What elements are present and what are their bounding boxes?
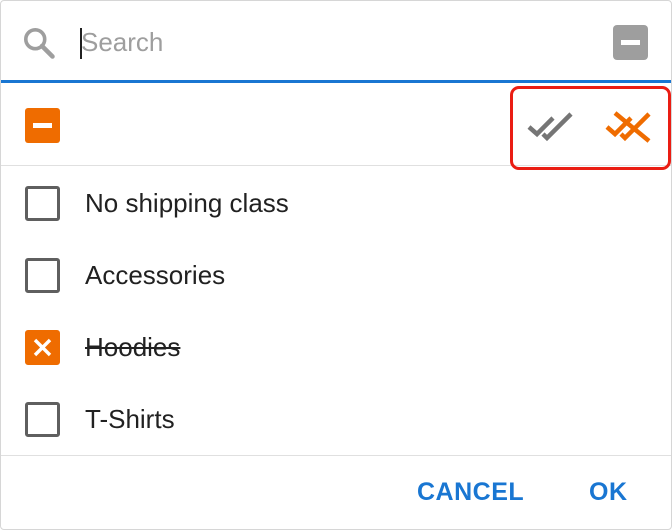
double-check-off-icon	[605, 111, 651, 143]
item-checkbox[interactable]	[25, 186, 60, 221]
close-icon	[33, 338, 52, 357]
item-label: T-Shirts	[85, 404, 175, 434]
item-checkbox-excluded[interactable]	[25, 330, 60, 365]
filter-dialog: No shipping class Accessories Hoodies T-…	[0, 0, 672, 530]
item-label: No shipping class	[85, 188, 289, 218]
search-input[interactable]	[81, 21, 581, 63]
double-check-icon	[527, 112, 573, 142]
list-item[interactable]: No shipping class	[1, 167, 671, 239]
item-checkbox[interactable]	[25, 402, 60, 437]
select-all-indeterminate-checkbox[interactable]	[25, 108, 60, 143]
item-checkbox[interactable]	[25, 258, 60, 293]
dialog-footer: CANCEL OK	[1, 455, 671, 530]
cancel-button[interactable]: CANCEL	[417, 478, 524, 507]
ok-button[interactable]: OK	[589, 478, 628, 507]
search-bar	[1, 1, 671, 83]
search-icon	[23, 27, 55, 59]
item-label: Accessories	[85, 260, 226, 290]
deselect-all-button[interactable]	[603, 105, 659, 145]
list-item[interactable]: Accessories	[1, 239, 671, 311]
list-item[interactable]: Hoodies	[1, 311, 671, 383]
list-item[interactable]: T-Shirts	[1, 383, 671, 455]
clear-search-button[interactable]	[613, 25, 648, 60]
select-all-button[interactable]	[525, 105, 581, 145]
item-label: Hoodies	[85, 332, 181, 362]
selection-toolbar	[1, 83, 671, 170]
